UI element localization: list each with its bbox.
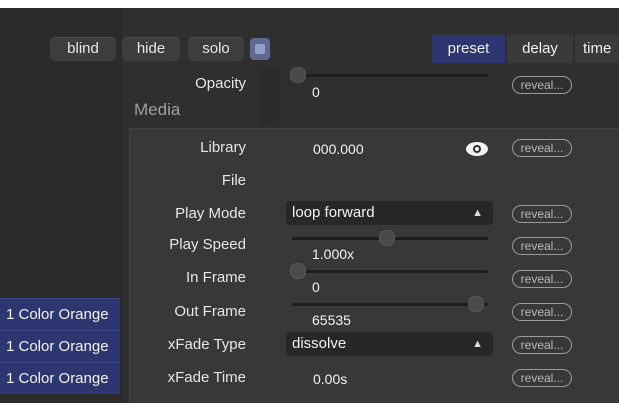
play-speed-label: Play Speed — [169, 236, 246, 253]
reveal-button[interactable]: reveal... — [512, 303, 572, 321]
reveal-button[interactable]: reveal... — [512, 369, 572, 387]
stepper-icon: ▲ — [472, 338, 483, 350]
reveal-button[interactable]: reveal... — [512, 76, 572, 94]
play-speed-slider-knob[interactable] — [379, 230, 395, 246]
play-mode-select[interactable]: loop forward ▲ — [286, 201, 493, 225]
eye-icon-glyph — [466, 142, 488, 156]
reveal-button[interactable]: reveal... — [512, 139, 572, 157]
layer-item-label: 1 Color Orange — [6, 370, 109, 387]
out-frame-value: 65535 — [312, 312, 351, 328]
file-label: File — [221, 172, 246, 189]
xfade-type-select[interactable]: dissolve ▲ — [286, 332, 493, 356]
out-frame-label: Out Frame — [174, 303, 246, 320]
play-speed-value: 1.000x — [312, 246, 355, 262]
xfade-type-value: dissolve — [292, 335, 347, 352]
media-panel — [129, 128, 619, 403]
layer-item-label: 1 Color Orange — [6, 306, 109, 323]
in-frame-slider-track[interactable] — [292, 270, 488, 273]
reveal-button[interactable]: reveal... — [512, 336, 572, 354]
play-mode-label: Play Mode — [175, 205, 246, 222]
stepper-icon: ▲ — [472, 207, 483, 219]
library-label: Library — [200, 139, 246, 156]
opacity-label: Opacity — [195, 75, 246, 92]
swatch-icon — [255, 44, 265, 54]
tab-preset[interactable]: preset — [432, 35, 505, 63]
reveal-button[interactable]: reveal... — [512, 205, 572, 223]
in-frame-slider-knob[interactable] — [290, 263, 306, 279]
in-frame-value: 0 — [312, 279, 320, 295]
xfade-time-label: xFade Time — [167, 369, 246, 386]
solo-button[interactable]: solo — [188, 37, 244, 61]
opacity-slider-knob[interactable] — [290, 67, 306, 83]
library-value: 000.000 — [313, 141, 364, 157]
in-frame-label: In Frame — [185, 269, 246, 286]
screen: 1 Color Orange 1 Color Orange 1 Color Or… — [0, 0, 619, 412]
eye-icon[interactable] — [463, 139, 491, 159]
reveal-button[interactable]: reveal... — [512, 270, 572, 288]
reveal-button[interactable]: reveal... — [512, 237, 572, 255]
out-frame-slider-knob[interactable] — [468, 296, 484, 312]
layer-item-label: 1 Color Orange — [6, 338, 109, 355]
out-frame-slider-track[interactable] — [292, 303, 488, 306]
media-section-title: Media — [134, 100, 181, 119]
color-swatch-icon[interactable] — [250, 38, 270, 60]
hide-button[interactable]: hide — [122, 37, 180, 61]
tab-delay[interactable]: delay — [507, 35, 573, 63]
blind-button[interactable]: blind — [50, 37, 116, 61]
play-mode-value: loop forward — [292, 204, 375, 221]
opacity-value: 0 — [312, 84, 320, 100]
xfade-time-value: 0.00s — [313, 371, 348, 387]
opacity-pad — [259, 70, 279, 126]
opacity-slider-track[interactable] — [292, 74, 488, 77]
inspector-window: 1 Color Orange 1 Color Orange 1 Color Or… — [0, 8, 619, 403]
tab-time[interactable]: time — [575, 35, 619, 63]
xfade-type-label: xFade Type — [167, 336, 246, 353]
